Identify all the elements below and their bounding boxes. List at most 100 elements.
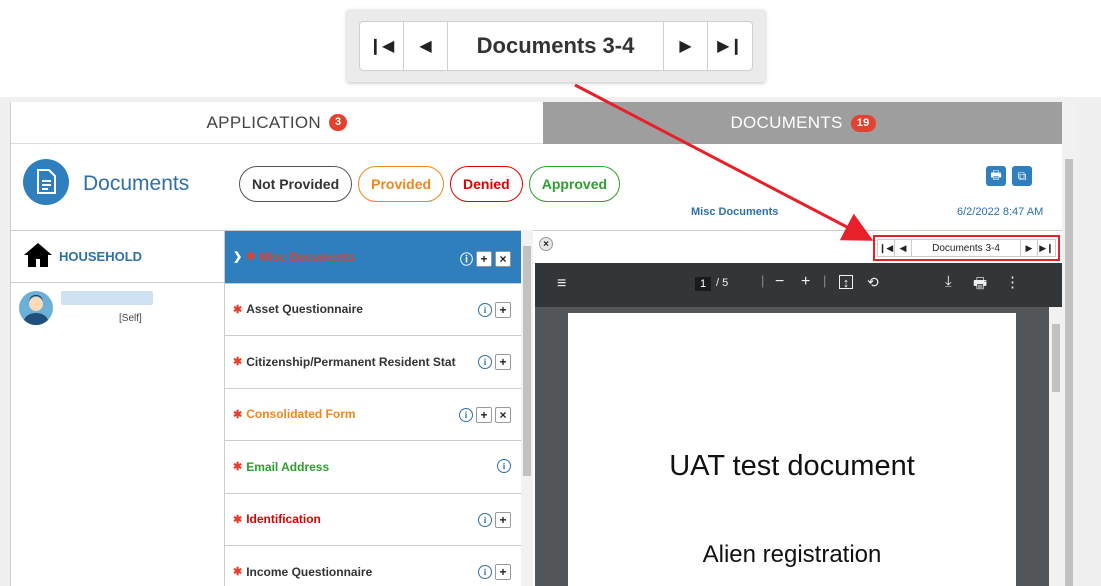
info-icon[interactable]: i (478, 565, 492, 579)
pdf-document-title: UAT test document (669, 450, 915, 482)
document-list: ❯ ✱ Misc Documents ⓘ + × ✱ Asset Questio… (225, 230, 521, 586)
list-item-label: Citizenship/Permanent Resident Stat (246, 354, 456, 369)
required-icon: ✱ (233, 356, 243, 369)
tab-documents-label: DOCUMENTS (730, 113, 843, 132)
next-page-button[interactable]: ▶ (1021, 240, 1038, 256)
list-item-consolidated-form[interactable]: ✱ Consolidated Form i + × (225, 389, 521, 441)
last-icon: ▶❙ (717, 38, 743, 55)
info-icon[interactable]: ⓘ (460, 249, 473, 268)
add-button[interactable]: + (476, 250, 492, 267)
close-icon[interactable]: × (539, 237, 553, 251)
fit-page-icon[interactable]: ↕ (839, 275, 853, 290)
house-icon (23, 242, 53, 271)
filter-label: Provided (371, 176, 432, 192)
page-number-input[interactable]: 1 (695, 277, 712, 291)
last-page-button[interactable]: ▶❙ (1038, 240, 1055, 256)
list-item-identification[interactable]: ✱ Identification i + (225, 494, 521, 546)
required-icon: ✱ (233, 461, 243, 474)
first-page-button[interactable]: ❙◀ (360, 22, 404, 70)
scroll-thumb[interactable] (1065, 159, 1073, 586)
filter-denied[interactable]: Denied (450, 166, 523, 202)
menu-icon[interactable]: ≡ (557, 275, 566, 293)
last-page-button[interactable]: ▶❙ (708, 22, 752, 70)
info-icon[interactable]: i (478, 355, 492, 369)
page-total: / 5 (716, 277, 729, 289)
add-button[interactable]: + (495, 511, 511, 528)
document-pager-zoomed: ❙◀ ◀ Documents 3-4 ▶ ▶❙ (359, 21, 753, 71)
application-count-badge: 3 (329, 114, 348, 131)
list-item-label: Misc Documents (259, 249, 355, 264)
prev-page-button[interactable]: ◀ (895, 240, 912, 256)
add-button[interactable]: + (476, 406, 492, 423)
app-frame: APPLICATION 3 DOCUMENTS 19 Documents Not… (0, 97, 1101, 586)
status-filters: Not Provided Provided Denied Approved (239, 166, 621, 202)
scroll-thumb[interactable] (523, 246, 531, 476)
divider: | (761, 273, 765, 288)
pdf-scrollbar[interactable] (1049, 307, 1063, 586)
info-icon[interactable]: i (478, 512, 492, 527)
documents-count-badge: 19 (850, 114, 876, 132)
required-icon: ✱ (233, 566, 243, 579)
tab-application[interactable]: APPLICATION 3 (11, 102, 543, 144)
add-button[interactable]: + (495, 564, 511, 580)
avatar (19, 291, 53, 325)
pdf-page: UAT test document Alien registration (568, 313, 1016, 586)
page-scrollbar[interactable] (1062, 97, 1076, 586)
document-list-scrollbar[interactable] (521, 230, 533, 586)
first-page-button[interactable]: ❙◀ (878, 240, 895, 256)
required-icon: ✱ (233, 408, 243, 421)
rotate-icon[interactable]: ⟲ (867, 274, 879, 291)
list-item-email-address[interactable]: ✱ Email Address i (225, 441, 521, 494)
misc-documents-link[interactable]: Misc Documents (691, 206, 778, 218)
next-page-button[interactable]: ▶ (664, 22, 708, 70)
household-panel: HOUSEHOLD [Self] (11, 230, 225, 586)
print-icon[interactable]: 🖶 (986, 166, 1006, 186)
print-icon[interactable]: 🖶 (973, 273, 987, 298)
scroll-thumb[interactable] (1052, 324, 1060, 392)
zoom-in-icon[interactable]: + (801, 273, 810, 291)
download-icon[interactable]: ⤓ (945, 273, 952, 290)
filter-approved[interactable]: Approved (528, 166, 621, 202)
list-item-asset-questionnaire[interactable]: ✱ Asset Questionnaire i + (225, 284, 521, 336)
list-item-income-questionnaire[interactable]: ✱ Income Questionnaire i + (225, 546, 521, 586)
documents-header: Documents Not Provided Provided Denied A… (11, 144, 1063, 230)
household-header: HOUSEHOLD (11, 231, 224, 283)
copy-icon[interactable]: ⧉ (1012, 166, 1032, 186)
list-item-misc-documents[interactable]: ❯ ✱ Misc Documents ⓘ + × (225, 231, 521, 284)
pdf-viewer: ≡ 1 / 5 | − + | ↕ ⟲ ⤓ 🖶 ⋮ UAT test docum… (535, 263, 1063, 586)
divider: | (823, 273, 827, 288)
zoomed-pager-callout: ❙◀ ◀ Documents 3-4 ▶ ▶❙ (347, 10, 765, 82)
more-options-icon[interactable]: ⋮ (1005, 273, 1020, 291)
prev-icon: ◀ (419, 38, 432, 55)
list-item-label: Asset Questionnaire (246, 302, 363, 317)
required-icon: ✱ (233, 513, 243, 526)
required-icon: ✱ (246, 251, 256, 264)
tab-bar: APPLICATION 3 DOCUMENTS 19 (11, 102, 1063, 144)
info-icon[interactable]: i (459, 407, 473, 422)
document-viewer: × ❙◀ ◀ Documents 3-4 ▶ ▶❙ ≡ 1 / 5 | − + (533, 230, 1063, 586)
first-icon: ❙◀ (368, 38, 395, 55)
prev-page-button[interactable]: ◀ (404, 22, 448, 70)
add-button[interactable]: + (495, 301, 511, 318)
remove-button[interactable]: × (495, 250, 511, 267)
document-icon (23, 159, 69, 205)
page-title: Documents (83, 172, 190, 195)
filter-provided[interactable]: Provided (358, 166, 445, 202)
zoom-out-icon[interactable]: − (775, 273, 784, 291)
add-button[interactable]: + (495, 354, 511, 370)
remove-button[interactable]: × (495, 406, 511, 423)
pdf-document-subtitle: Alien registration (702, 541, 882, 568)
info-icon[interactable]: i (497, 459, 511, 473)
pager-label: Documents 3-4 (448, 22, 664, 70)
filter-not-provided[interactable]: Not Provided (239, 166, 353, 202)
filter-label: Not Provided (252, 176, 340, 192)
list-item-citizenship[interactable]: ✱ Citizenship/Permanent Resident Stat i + (225, 336, 521, 389)
tab-documents[interactable]: DOCUMENTS 19 (543, 102, 1063, 144)
info-icon[interactable]: i (478, 302, 492, 317)
household-heading: HOUSEHOLD (59, 249, 143, 264)
member-role: [Self] (119, 313, 142, 324)
document-date: 6/2/2022 8:47 AM (957, 206, 1044, 218)
filter-label: Denied (463, 176, 510, 192)
next-icon: ▶ (679, 38, 692, 55)
household-member[interactable]: [Self] (11, 283, 224, 333)
